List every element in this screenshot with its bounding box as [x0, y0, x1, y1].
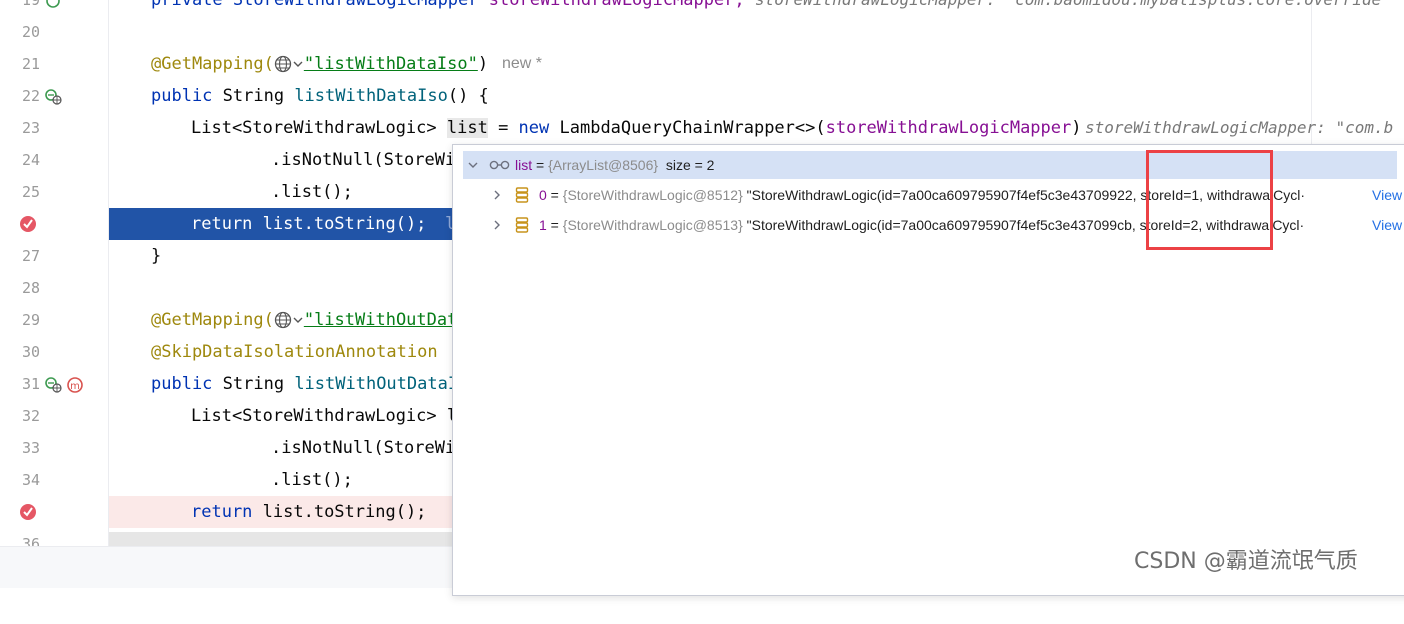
field-ref: storeWithdrawLogicMapper;	[488, 0, 745, 10]
code-line[interactable]: @GetMapping( "listWithDataIso") new *	[109, 48, 1404, 80]
type-name: String	[222, 86, 295, 106]
watermark: CSDN @霸道流氓气质	[1134, 549, 1358, 574]
object-value: "StoreWithdrawLogic(id=7a00ca609795907f4…	[746, 187, 1110, 203]
string-literal: "listWithDataIso"	[303, 54, 478, 74]
editor-gutter[interactable]: 19 20 21 22 23 24 25 27 28 29 30 31 32 3…	[0, 0, 109, 587]
method-params: () {	[447, 86, 489, 106]
object-ref: {StoreWithdrawLogic@8512}	[562, 187, 743, 203]
code-line[interactable]: private StoreWithdrawLogicMapper storeWi…	[109, 0, 1404, 16]
code-text: list.toString();	[262, 214, 427, 234]
line-number: 21	[21, 55, 40, 73]
line-number: 29	[21, 311, 40, 329]
next-line-shade	[109, 532, 452, 546]
item-index: 0	[539, 187, 547, 203]
method-name: listWithOutDataI	[294, 374, 459, 394]
paren: )	[477, 54, 489, 74]
line-number: 25	[21, 183, 40, 201]
object-value: "StoreWithdrawLogic(id=7a00ca609795907f4…	[746, 217, 1110, 233]
keyword: return	[191, 502, 263, 522]
chevron-right-icon[interactable]	[491, 189, 503, 201]
code-text: List<StoreWithdrawLogic> l	[191, 406, 458, 426]
chevron-right-icon[interactable]	[491, 219, 503, 231]
keyword: new	[518, 118, 560, 138]
collection-size: size = 2	[665, 157, 715, 173]
endpoint-icon[interactable]	[44, 88, 62, 106]
keyword: public	[151, 86, 223, 106]
method-name: listWithDataIso	[294, 86, 448, 106]
line-number: 34	[21, 471, 40, 489]
line-number: 19	[21, 0, 40, 9]
watch-glasses-icon	[489, 160, 510, 170]
equals: =	[532, 157, 549, 173]
breakpoint-icon[interactable]	[19, 215, 37, 233]
operator: =	[487, 118, 519, 138]
endpoint-icon[interactable]	[44, 376, 62, 394]
view-link[interactable]: View	[1372, 181, 1402, 209]
constructor: LambdaQueryChainWrapper<>(	[559, 118, 826, 138]
code-line[interactable]: public String listWithDataIso() {	[109, 80, 1404, 112]
string-literal: "listWithOutDat	[303, 310, 458, 330]
globe-dropdown-icon[interactable]	[274, 311, 304, 329]
bean-icon[interactable]	[44, 0, 62, 10]
line-number: 28	[21, 279, 40, 297]
line-number: 22	[21, 87, 40, 105]
keyword: return	[191, 214, 263, 234]
line-number: 31	[21, 375, 40, 393]
equals: =	[546, 187, 563, 203]
item-index: 1	[539, 217, 547, 233]
field-ref: storeWithdrawLogicMapper	[825, 118, 1072, 138]
chevron-down-icon[interactable]	[467, 159, 479, 171]
line-number: 33	[21, 439, 40, 457]
line-number: 24	[21, 151, 40, 169]
code-text: .list();	[271, 470, 353, 490]
inline-value-hint: storeWithdrawLogicMapper: "com.b	[1085, 118, 1394, 137]
field-icon	[515, 187, 529, 203]
object-ref: {StoreWithdrawLogic@8513}	[562, 217, 743, 233]
svg-text:m: m	[70, 381, 80, 392]
annotation: @GetMapping(	[151, 54, 274, 74]
code-line[interactable]: List<StoreWithdrawLogic> list = new Lamb…	[109, 112, 1404, 144]
usage-hint: new *	[502, 55, 543, 72]
inline-value-hint: storeWithdrawLogicMapper: "com.baomidou.…	[755, 0, 1381, 16]
paren: )	[1071, 118, 1082, 138]
globe-dropdown-icon[interactable]	[274, 55, 304, 73]
variable-highlight[interactable]: list	[446, 118, 488, 138]
object-ref: {ArrayList@8506}	[548, 157, 659, 173]
keyword: public	[151, 374, 223, 394]
line-number: 20	[21, 23, 40, 41]
code-text: .list();	[271, 182, 353, 202]
field-icon	[515, 217, 529, 233]
view-link[interactable]: View	[1372, 211, 1402, 239]
line-number: 27	[21, 247, 40, 265]
keyword: private StoreWithdrawLogicMapper	[151, 0, 489, 10]
highlight-annotation-box	[1146, 150, 1273, 250]
line-number: 32	[21, 407, 40, 425]
code-text: .isNotNull(StoreWi	[271, 150, 456, 170]
code-text: .isNotNull(StoreWi	[271, 438, 456, 458]
annotation: @SkipDataIsolationAnnotation	[151, 342, 438, 362]
mapper-icon[interactable]: m	[66, 376, 84, 394]
line-number: 30	[21, 343, 40, 361]
type-name: String	[222, 374, 295, 394]
line-number: 23	[21, 119, 40, 137]
breakpoint-icon[interactable]	[19, 503, 37, 521]
type-name: List<StoreWithdrawLogic>	[191, 118, 447, 138]
equals: =	[546, 217, 563, 233]
annotation: @GetMapping(	[151, 310, 274, 330]
code-text: list.toString();	[262, 502, 427, 522]
variable-name: list	[515, 157, 533, 173]
code-text: }	[151, 246, 162, 266]
